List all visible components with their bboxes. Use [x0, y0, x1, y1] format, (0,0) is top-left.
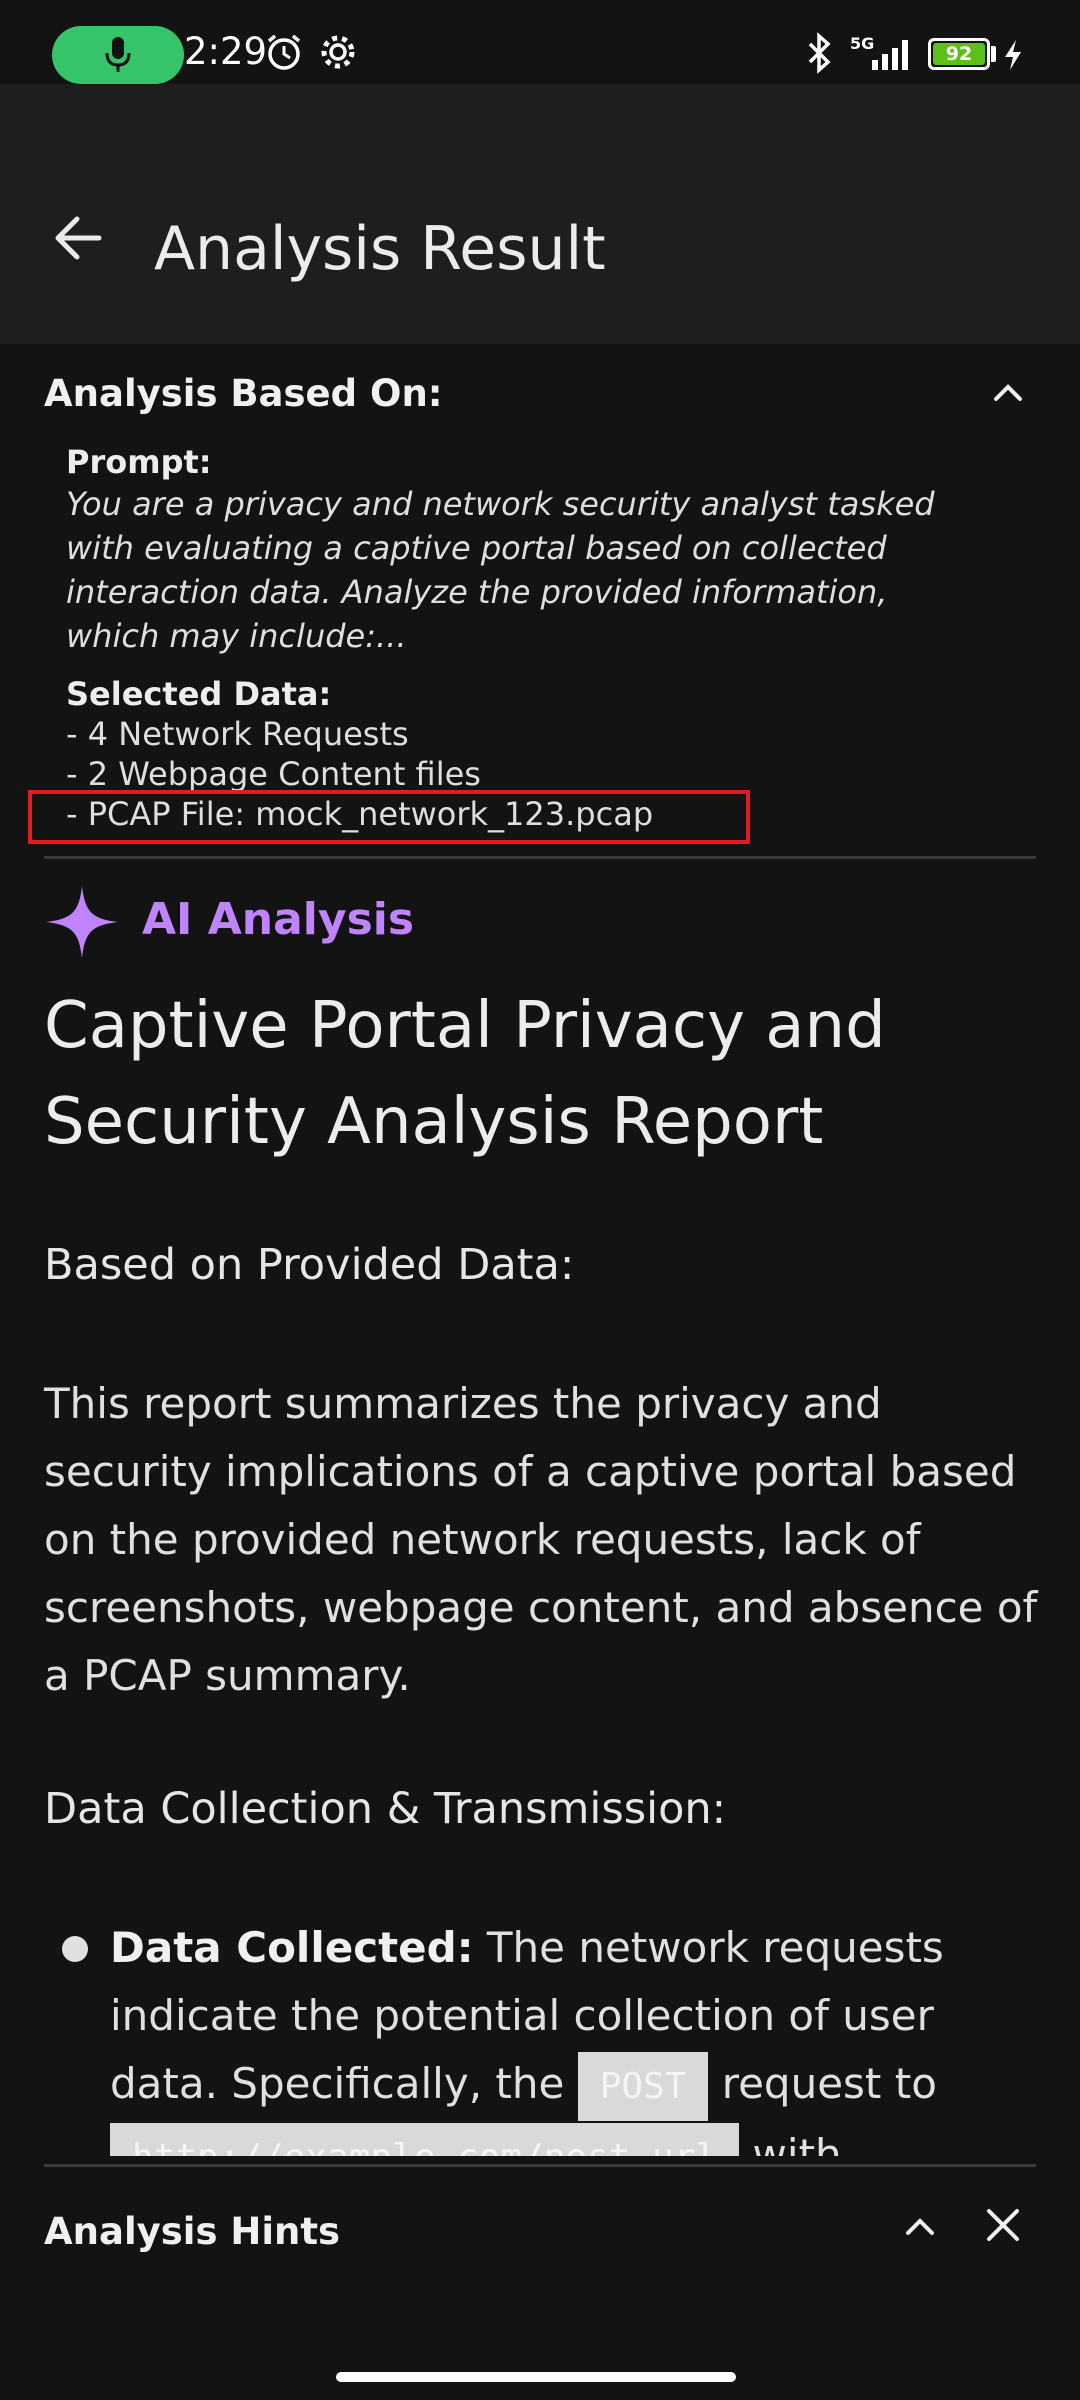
report-paragraph: This report summarizes the privacy and s…: [44, 1379, 1038, 1700]
prompt-block: Prompt: You are a privacy and network se…: [66, 442, 1026, 834]
pcap-highlight-box: [28, 790, 750, 844]
analysis-based-on-header[interactable]: Analysis Based On:: [44, 366, 1044, 426]
inline-code-url: http://example.com/post_url: [110, 2123, 740, 2156]
prompt-text: which may include:...: [66, 617, 407, 655]
prompt-label: Prompt:: [66, 443, 212, 481]
sparkle-icon: [46, 886, 118, 958]
prompt-text: You are a privacy and network security a…: [66, 485, 935, 523]
back-button[interactable]: [40, 200, 116, 276]
inline-code: POST: [577, 2052, 709, 2121]
charging-icon: [1005, 40, 1021, 70]
prompt-text: interaction data. Analyze the provided i…: [66, 573, 888, 611]
bullet-text: with: [739, 2130, 842, 2156]
mic-indicator[interactable]: [52, 26, 184, 84]
prompt-text: with evaluating a captive portal based o…: [66, 529, 887, 567]
bluetooth-icon: [808, 32, 831, 74]
battery-indicator: 92: [928, 38, 990, 70]
section-heading: Data Collection & Transmission:: [44, 1784, 727, 1834]
signal-strength-icon: [872, 40, 908, 70]
scroll-content-clip: Data Collected: The network requests ind…: [0, 1900, 1080, 2156]
gesture-nav-handle[interactable]: [336, 2372, 736, 2382]
arrow-back-icon: [55, 216, 102, 260]
report-title: Captive Portal Privacy and Security Anal…: [44, 989, 886, 1159]
battery-tip: [991, 46, 996, 62]
selected-data-label: Selected Data:: [66, 675, 332, 713]
analysis-hints-bar[interactable]: Analysis Hints: [0, 2166, 1080, 2306]
battery-level: 92: [933, 43, 985, 65]
bullet-item: Data Collected: The network requests ind…: [110, 1914, 1030, 2156]
section-heading: Based on Provided Data:: [44, 1240, 575, 1290]
selected-data-item: - 2 Webpage Content files: [66, 755, 481, 793]
ai-analysis-label: AI Analysis: [142, 894, 415, 945]
settings-gear-icon: [321, 35, 355, 69]
microphone-icon: [105, 37, 131, 72]
section-divider: [44, 856, 1036, 859]
analysis-based-on-title: Analysis Based On:: [44, 372, 443, 415]
analysis-hints-title: Analysis Hints: [44, 2210, 341, 2253]
bullet-text: request to: [708, 2059, 937, 2108]
page-title: Analysis Result: [154, 214, 606, 284]
bullet-term: Data Collected:: [110, 1923, 474, 1972]
alarm-icon: [267, 34, 301, 70]
bullet-dot: [62, 1936, 88, 1962]
close-icon[interactable]: [986, 2208, 1020, 2242]
ai-analysis-heading: AI Analysis: [44, 884, 644, 958]
chevron-up-icon[interactable]: [992, 380, 1024, 404]
chevron-up-icon[interactable]: [904, 2214, 936, 2238]
status-bar: 2:29 5G 92: [0, 0, 1080, 84]
selected-data-item: - 4 Network Requests: [66, 715, 409, 753]
status-time: 2:29: [184, 30, 268, 73]
